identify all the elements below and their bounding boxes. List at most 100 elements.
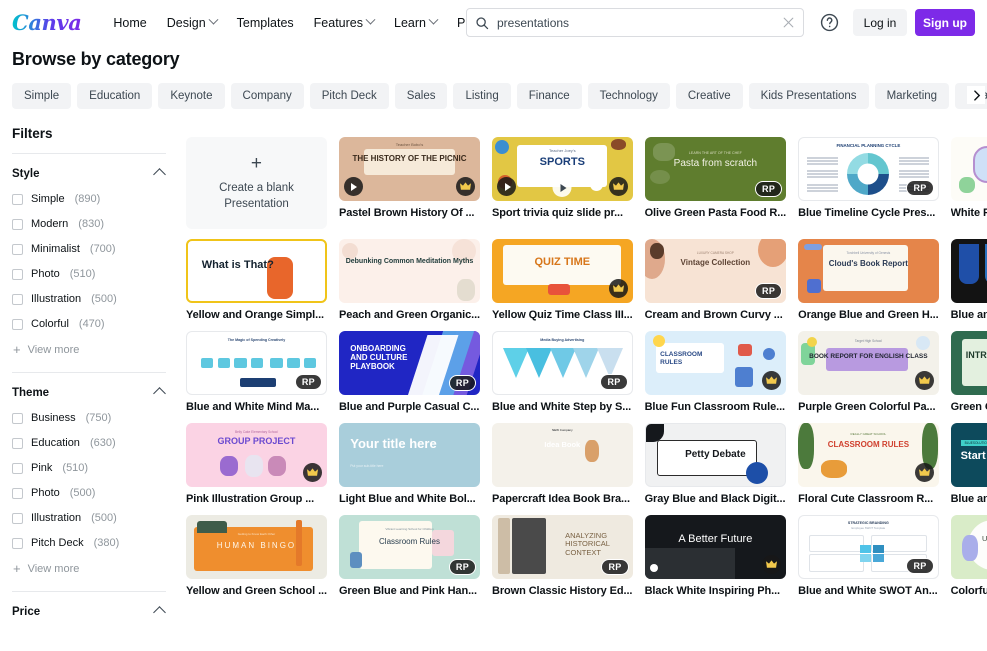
filter-group-header-style[interactable]: Style xyxy=(12,168,166,180)
template-thumbnail[interactable]: Geography | Grade 11INTRODUCTION TO MAPS… xyxy=(951,331,987,395)
template-caption[interactable]: Peach and Green Organic... xyxy=(339,309,480,321)
help-icon[interactable] xyxy=(820,13,839,32)
filter-option-illustration[interactable]: Illustration(500) xyxy=(12,293,166,305)
category-chip-simple[interactable]: Simple xyxy=(12,83,71,109)
template-caption[interactable]: Blue and White Step by S... xyxy=(492,401,633,413)
play-badge-icon[interactable] xyxy=(344,177,363,196)
category-chip-kids-presentations[interactable]: Kids Presentations xyxy=(749,83,869,109)
template-caption[interactable]: Green Blue and Pink Han... xyxy=(339,585,480,597)
filter-option-pitch-deck[interactable]: Pitch Deck(380) xyxy=(12,537,166,549)
template-caption[interactable]: Papercraft Idea Book Bra... xyxy=(492,493,633,505)
template-caption[interactable]: Blue and Green Business ... xyxy=(951,493,987,505)
checkbox[interactable] xyxy=(12,488,23,499)
template-thumbnail[interactable]: What is That? xyxy=(186,239,327,303)
template-thumbnail[interactable]: Belly Cake Elementary SchoolGROUP PROJEC… xyxy=(186,423,327,487)
template-thumbnail[interactable]: Employee SWOT TemplateSTRATEGIC BRANDING… xyxy=(798,515,938,579)
template-caption[interactable]: Brown Classic History Ed... xyxy=(492,585,633,597)
template-thumbnail[interactable]: NEW CompanyIdea Book xyxy=(492,423,633,487)
filter-option-modern[interactable]: Modern(830) xyxy=(12,218,166,230)
checkbox[interactable] xyxy=(12,538,23,549)
template-thumbnail[interactable]: ANALYZING HISTORICAL CONTEXTRP xyxy=(492,515,633,579)
template-caption[interactable]: Pink Illustration Group ... xyxy=(186,493,327,505)
template-caption[interactable]: Yellow and Orange Simpl... xyxy=(186,309,327,321)
template-caption[interactable]: Blue and White SWOT An... xyxy=(798,585,938,597)
template-caption[interactable]: Cream and Brown Curvy ... xyxy=(645,309,787,321)
template-caption[interactable]: Gray Blue and Black Digit... xyxy=(645,493,787,505)
filter-option-business[interactable]: Business(750) xyxy=(12,412,166,424)
category-chip-pitch-deck[interactable]: Pitch Deck xyxy=(310,83,389,109)
checkbox[interactable] xyxy=(12,244,23,255)
filter-group-header-theme[interactable]: Theme xyxy=(12,387,166,399)
close-icon[interactable] xyxy=(782,16,795,29)
category-chip-company[interactable]: Company xyxy=(231,83,304,109)
filter-option-minimalist[interactable]: Minimalist(700) xyxy=(12,243,166,255)
template-caption[interactable]: Yellow and Green School ... xyxy=(186,585,327,597)
checkbox[interactable] xyxy=(12,294,23,305)
checkbox[interactable] xyxy=(12,219,23,230)
template-thumbnail[interactable]: Getting to Know Each OtherHUMAN BINGO xyxy=(186,515,327,579)
template-caption[interactable]: Blue Timeline Cycle Pres... xyxy=(798,207,938,219)
template-caption[interactable]: Purple Green Colorful Pa... xyxy=(798,401,938,413)
template-thumbnail[interactable]: Teacher Joey'sSPORTS xyxy=(492,137,633,201)
nav-item-design[interactable]: Design xyxy=(157,10,227,36)
play-badge-icon[interactable] xyxy=(497,177,516,196)
filter-option-photo[interactable]: Photo(500) xyxy=(12,487,166,499)
template-thumbnail[interactable]: LEARN THE ART OF THE CHEFPasta from scra… xyxy=(645,137,787,201)
template-caption[interactable]: Blue and White Mind Ma... xyxy=(186,401,327,413)
canva-logo[interactable]: Canva xyxy=(12,10,81,35)
template-caption[interactable]: Pastel Brown History Of ... xyxy=(339,207,480,219)
checkbox[interactable] xyxy=(12,438,23,449)
template-caption[interactable]: Blue and Black Step by St... xyxy=(951,309,987,321)
nav-item-learn[interactable]: Learn xyxy=(384,10,447,36)
signup-button[interactable]: Sign up xyxy=(915,9,975,36)
template-thumbnail[interactable]: QUIZ TIME xyxy=(492,239,633,303)
template-thumbnail[interactable]: LUXURY CAMERA SHOPVintage CollectionRP xyxy=(645,239,787,303)
template-thumbnail[interactable]: The Magic of Spending CreativelyRP xyxy=(186,331,327,395)
checkbox[interactable] xyxy=(12,319,23,330)
category-chip-sales[interactable]: Sales xyxy=(395,83,448,109)
category-chip-technology[interactable]: Technology xyxy=(588,83,670,109)
filter-option-simple[interactable]: Simple(890) xyxy=(12,193,166,205)
template-thumbnail[interactable]: Start It Up!BLUESOLUTIONS, INC PRESENTSR… xyxy=(951,423,987,487)
template-thumbnail[interactable]: Teacher Bobo'sTHE HISTORY OF THE PICNIC xyxy=(339,137,480,201)
nav-item-features[interactable]: Features xyxy=(304,10,384,36)
template-thumbnail[interactable]: REALLY GREAT SCHOOLCLASSROOM RULES xyxy=(798,423,938,487)
template-caption[interactable]: Blue and Purple Casual C... xyxy=(339,401,480,413)
filter-option-pink[interactable]: Pink(510) xyxy=(12,462,166,474)
template-thumbnail[interactable]: Petty Debate xyxy=(645,423,787,487)
template-thumbnail[interactable]: Kings Elementary SchoolENGLISH CLASS xyxy=(951,137,987,201)
template-caption[interactable]: Light Blue and White Bol... xyxy=(339,493,480,505)
checkbox[interactable] xyxy=(12,413,23,424)
play-button-icon[interactable] xyxy=(553,178,572,197)
template-caption[interactable]: Colorful Abstract Patter... xyxy=(951,585,987,597)
nav-item-templates[interactable]: Templates xyxy=(227,10,304,36)
filter-option-colorful[interactable]: Colorful(470) xyxy=(12,318,166,330)
category-chip-education[interactable]: Education xyxy=(77,83,152,109)
search-bar[interactable] xyxy=(466,8,804,37)
category-chip-marketing[interactable]: Marketing xyxy=(875,83,950,109)
checkbox[interactable] xyxy=(12,513,23,524)
template-thumbnail[interactable]: Target High SchoolBOOK REPORT FOR ENGLIS… xyxy=(798,331,938,395)
filter-option-illustration[interactable]: Illustration(500) xyxy=(12,512,166,524)
chips-next-button[interactable] xyxy=(967,86,985,104)
checkbox[interactable] xyxy=(12,269,23,280)
category-chip-finance[interactable]: Finance xyxy=(517,83,582,109)
login-button[interactable]: Log in xyxy=(853,9,907,36)
template-thumbnail[interactable]: MARKETING STRATEGYRP xyxy=(951,239,987,303)
template-thumbnail[interactable]: CLASSROOM RULES xyxy=(645,331,787,395)
template-thumbnail[interactable]: Until we can meet againBest Friends Fore… xyxy=(951,515,987,579)
filter-option-photo[interactable]: Photo(510) xyxy=(12,268,166,280)
template-thumbnail[interactable]: FINANCIAL PLANNING CYCLERP xyxy=(798,137,938,201)
template-caption[interactable]: Olive Green Pasta Food R... xyxy=(645,207,787,219)
category-chip-creative[interactable]: Creative xyxy=(676,83,743,109)
template-caption[interactable]: Green Gridded Geograp... xyxy=(951,401,987,413)
category-chip-keynote[interactable]: Keynote xyxy=(158,83,224,109)
template-thumbnail[interactable]: ONBOARDING AND CULTURE PLAYBOOKRP xyxy=(339,331,480,395)
template-caption[interactable]: Black White Inspiring Ph... xyxy=(645,585,787,597)
nav-item-home[interactable]: Home xyxy=(103,10,156,36)
template-caption[interactable]: Sport trivia quiz slide pr... xyxy=(492,207,633,219)
category-chip-listing[interactable]: Listing xyxy=(453,83,510,109)
template-thumbnail[interactable]: Vibrant Learning School for ChildrenClas… xyxy=(339,515,480,579)
template-thumbnail[interactable]: Your title herePut your sub-title here xyxy=(339,423,480,487)
filter-group-header-price[interactable]: Price xyxy=(12,606,166,618)
